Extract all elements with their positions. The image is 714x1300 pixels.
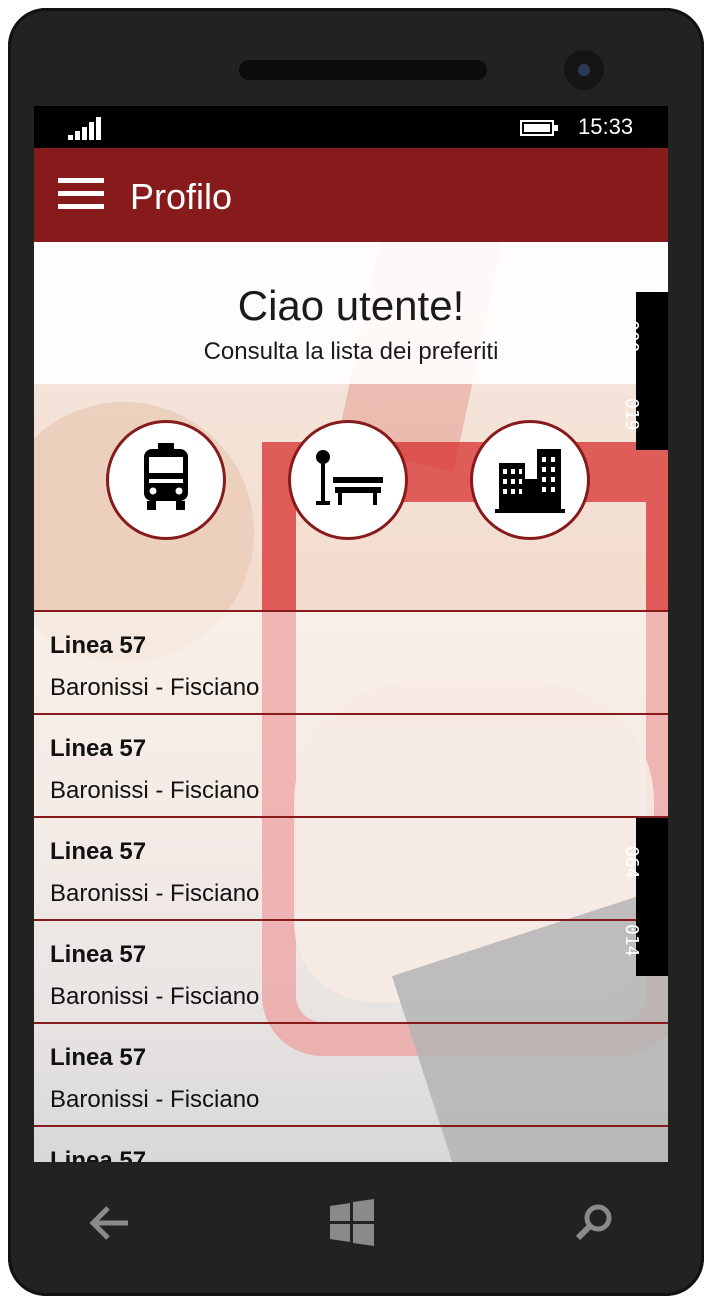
bus-icon (144, 443, 188, 510)
favorite-item[interactable]: Linea 57 Baronissi - Fisciano (34, 1022, 668, 1125)
status-clock: 15:33 (578, 114, 634, 139)
signal-strength-icon (68, 116, 108, 140)
favorite-route: Baronissi - Fisciano (50, 983, 260, 1010)
app-bar: Profilo (34, 148, 668, 242)
favorite-item[interactable]: Linea 57 Baronissi - Fisciano (34, 610, 668, 713)
favorite-item[interactable]: Linea 57 Baronissi - Fisciano (34, 816, 668, 919)
hardware-nav-bar (34, 1162, 668, 1288)
search-icon[interactable] (564, 1198, 624, 1248)
background-menu-strip (0, 0, 714, 8)
favorite-route: Baronissi - Fisciano (50, 777, 260, 804)
favorite-line-number: Linea 57 (50, 838, 147, 865)
app-screen: 15:33 Profilo Ciao utente! Consulta la l… (34, 106, 668, 1162)
battery-icon (520, 120, 562, 136)
greeting-subtitle: Consulta la lista dei preferiti (203, 338, 499, 365)
favorite-line-number: Linea 57 (50, 735, 147, 762)
favorite-line-number: Linea 57 (50, 632, 147, 659)
city-buildings-icon (495, 449, 565, 513)
counter-value: 064 (621, 846, 642, 879)
places-button[interactable] (470, 420, 590, 540)
status-bar: 15:33 (34, 106, 668, 148)
bus-stop-icon (316, 450, 383, 505)
favorite-route: Baronissi - Fisciano (50, 880, 260, 907)
favorite-route: Baronissi - Fisciano (50, 674, 260, 701)
windows-start-icon[interactable] (322, 1198, 382, 1248)
counter-value: 000 (621, 320, 642, 353)
frame-rate-counter: 000 019 (621, 292, 668, 450)
favorite-line-number: Linea 57 (50, 1147, 147, 1162)
bus-lines-button[interactable] (106, 420, 226, 540)
favorite-line-number: Linea 57 (50, 941, 147, 968)
favorite-item[interactable]: Linea 57 (34, 1125, 668, 1162)
greeting-panel: Ciao utente! Consulta la lista dei prefe… (34, 242, 668, 384)
favorites-list: Linea 57 Baronissi - Fisciano Linea 57 B… (34, 610, 668, 1162)
favorite-item[interactable]: Linea 57 Baronissi - Fisciano (34, 919, 668, 1022)
greeting-text: Ciao utente! (237, 282, 465, 329)
bus-stops-button[interactable] (288, 420, 408, 540)
favorite-route: Baronissi - Fisciano (50, 1086, 260, 1113)
favorite-line-number: Linea 57 (50, 1044, 147, 1071)
hamburger-menu-icon[interactable] (58, 178, 104, 210)
counter-value: 019 (621, 398, 642, 431)
counter-value: 014 (621, 924, 642, 957)
back-arrow-icon[interactable] (80, 1198, 140, 1248)
speaker-grille (239, 60, 487, 80)
page-title: Profilo (130, 176, 233, 217)
favorite-item[interactable]: Linea 57 Baronissi - Fisciano (34, 713, 668, 816)
camera-icon (564, 50, 604, 90)
frame-rate-counter: 064 014 (621, 818, 668, 976)
